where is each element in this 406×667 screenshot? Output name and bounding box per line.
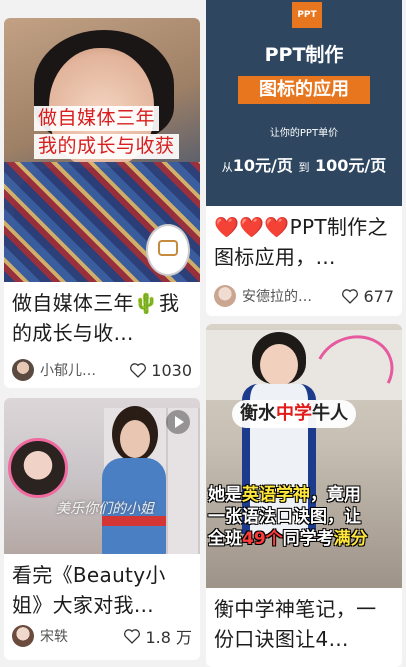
cover-tag: 衡水中学牛人 [232,400,356,428]
like-count: 1.8 万 [145,628,192,647]
note-card[interactable]: 做自媒体三年 我的成长与收获 做自媒体三年🌵我的成长与收… 小郁儿… 1030 [4,18,200,388]
author-name[interactable]: 安德拉的… [242,286,341,306]
like-button[interactable]: 1.8 万 [123,624,192,648]
note-card[interactable]: PPT PPT制作 图标的应用 让你的PPT单价 从10元/页 到 100元/页… [206,0,402,316]
note-meta: 宋轶 1.8 万 [12,624,192,648]
note-title[interactable]: 做自媒体三年🌵我的成长与收… [4,282,200,348]
avatar[interactable] [12,625,34,647]
camera-icon [158,240,178,256]
cover-banner: 图标的应用 [238,76,370,104]
avatar[interactable] [12,359,34,381]
note-meta: 安德拉的… 677 [214,284,394,308]
note-cover-image[interactable]: 衡水中学牛人 她是英语学神，竟用 一张语法口诀图，让 全班49个同学考满分 [206,324,402,588]
inset-portrait [8,438,68,498]
note-meta: 小郁儿… 1030 [12,358,192,382]
note-title[interactable]: 看完《Beauty小姐》大家对我… [4,554,200,620]
author-name[interactable]: 宋轶 [40,626,123,646]
like-count: 1030 [151,360,192,380]
heart-outline-icon [124,629,141,644]
author-name[interactable]: 小郁儿… [40,360,129,380]
note-cover-image[interactable]: PPT PPT制作 图标的应用 让你的PPT单价 从10元/页 到 100元/页 [206,0,402,206]
like-count: 677 [363,286,394,306]
like-button[interactable]: 677 [341,287,394,306]
note-title[interactable]: 衡中学神笔记，一份口诀图让4… [206,588,402,654]
cover-text-line: 我的成长与收获 [34,134,179,159]
note-title[interactable]: ❤️❤️❤️PPT制作之图标应用，… [206,206,402,272]
heart-outline-icon [130,363,147,378]
ppt-logo-icon: PPT [292,2,322,28]
note-card[interactable]: 美乐你们的小姐 看完《Beauty小姐》大家对我… 宋轶 1.8 万 [4,398,200,660]
note-cover-image[interactable]: 做自媒体三年 我的成长与收获 [4,18,200,282]
cover-price: 从10元/页 到 100元/页 [221,156,387,175]
cover-heading: PPT制作 [264,44,344,66]
play-icon[interactable] [166,410,190,434]
heart-outline-icon [342,289,359,304]
cover-caption: 美乐你们的小姐 [56,501,154,517]
cover-text-block: 她是英语学神，竟用 一张语法口诀图，让 全班49个同学考满分 [208,485,368,549]
cover-subtitle: 让你的PPT单价 [269,128,339,139]
like-button[interactable]: 1030 [129,361,192,380]
cover-text-line: 做自媒体三年 [34,106,160,131]
avatar[interactable] [214,285,236,307]
note-cover-image[interactable]: 美乐你们的小姐 [4,398,200,554]
note-card[interactable]: 衡水中学牛人 她是英语学神，竟用 一张语法口诀图，让 全班49个同学考满分 衡中… [206,324,402,667]
